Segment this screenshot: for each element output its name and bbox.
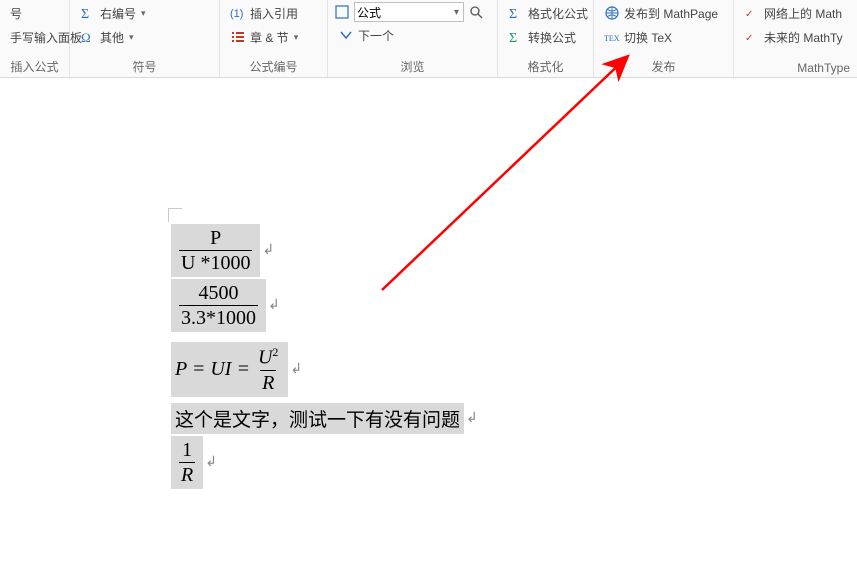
equation-pui: P = UI = U2 R <box>175 344 284 395</box>
btn-label: 其他 <box>100 29 124 46</box>
globe-icon <box>604 5 620 21</box>
search-icon[interactable] <box>468 4 484 20</box>
fraction-num: U2 <box>256 346 280 370</box>
dropdown-caret-icon: ▾ <box>129 32 134 43</box>
paragraph-mark-icon: ↲ <box>262 242 274 259</box>
omega-icon: Ω <box>80 29 96 45</box>
web-icon: ✓ <box>744 5 760 21</box>
text-content: 这个是文字，测试一下有没有问题 <box>171 403 464 434</box>
paragraph-mark-icon: ↲ <box>290 361 302 378</box>
svg-text:Σ: Σ <box>509 7 517 21</box>
svg-text:TEX: TEX <box>604 34 620 43</box>
equation-line-2[interactable]: 4500 3.3*1000 ↲ <box>171 279 478 332</box>
equation-line-1[interactable]: P U *1000 ↲ <box>171 224 478 277</box>
document-area: P U *1000 ↲ 4500 3.3*1000 ↲ <box>0 78 857 569</box>
fraction-den: R <box>179 462 195 485</box>
btn-label: 转换公式 <box>528 29 576 46</box>
svg-text:Ω: Ω <box>81 30 91 45</box>
paragraph-mark-icon: ↲ <box>466 410 478 427</box>
dropdown-caret-icon: ▾ <box>294 32 299 43</box>
btn-label: 章 & 节 <box>250 29 289 46</box>
ribbon-toolbar: 号 手写输入面板 插入公式 Σ 右编号 ▾ Ω 其他 ▾ <box>0 0 857 78</box>
group-label: 格式化 <box>504 54 587 75</box>
arrow-down-icon <box>338 27 354 43</box>
btn-label: 发布到 MathPage <box>624 5 718 22</box>
next-button[interactable]: 下一个 <box>334 24 491 46</box>
btn-label: 下一个 <box>358 27 394 44</box>
handwriting-panel-button[interactable]: 手写输入面板 <box>6 26 63 48</box>
fraction-den: R <box>260 370 276 393</box>
paragraph-mark-icon: ↲ <box>205 454 217 471</box>
fraction-num: 1 <box>180 440 194 462</box>
btn-label: 未来的 MathTy <box>764 29 843 46</box>
ribbon-group-browse: 公式 ▾ 下一个 浏览 <box>328 0 498 77</box>
btn-label: 格式化公式 <box>528 5 588 22</box>
equation-combo[interactable]: 公式 ▾ <box>354 2 464 22</box>
btn-label: 右编号 <box>100 5 136 22</box>
fraction-4: 1 R <box>175 438 199 487</box>
publish-mathpage-button[interactable]: 发布到 MathPage <box>600 2 727 24</box>
reference-icon: (1) <box>230 5 246 21</box>
svg-text:✓: ✓ <box>745 33 753 44</box>
group-label: 浏览 <box>334 54 491 75</box>
format-equation-button[interactable]: Σ 格式化公式 <box>504 2 587 24</box>
convert-equation-button[interactable]: Σ 转换公式 <box>504 26 587 48</box>
fraction-3: U2 R <box>252 344 284 395</box>
group-label: 公式编号 <box>226 54 321 75</box>
dropdown-caret-icon: ▾ <box>452 7 461 18</box>
equation-line-4[interactable]: 1 R ↲ <box>171 436 478 489</box>
combo-text: 公式 <box>357 4 452 21</box>
group-label: 符号 <box>76 54 213 75</box>
btn-label: 切换 TeX <box>624 29 672 46</box>
svg-text:✓: ✓ <box>745 9 753 20</box>
dropdown-caret-icon: ▾ <box>141 8 146 19</box>
btn-label: 插入引用 <box>250 5 298 22</box>
chapter-section-button[interactable]: 章 & 节 ▾ <box>226 26 321 48</box>
btn-label: 网络上的 Math <box>764 5 842 22</box>
ribbon-group-mathtype: ✓ 网络上的 Math ✓ 未来的 MathTy MathType <box>734 0 856 77</box>
convert-icon: Σ <box>508 29 524 45</box>
equation-line-3[interactable]: P = UI = U2 R ↲ <box>171 342 478 397</box>
browse-icon <box>334 4 350 20</box>
eq-prefix: P = UI = <box>175 358 250 381</box>
fraction-2: 4500 3.3*1000 <box>175 281 262 330</box>
paragraph-mark-icon: ↲ <box>268 297 280 314</box>
toggle-tex-button[interactable]: TEX 切换 TeX <box>600 26 727 48</box>
other-symbol-button[interactable]: Ω 其他 ▾ <box>76 26 213 48</box>
document-page[interactable]: P U *1000 ↲ 4500 3.3*1000 ↲ <box>0 88 857 569</box>
ribbon-group-eqnum: (1) 插入引用 章 & 节 ▾ 公式编号 <box>220 0 328 77</box>
web-math-button[interactable]: ✓ 网络上的 Math <box>740 2 850 24</box>
insert-reference-button[interactable]: (1) 插入引用 <box>226 2 321 24</box>
group-label: 插入公式 <box>6 54 63 75</box>
document-content: P U *1000 ↲ 4500 3.3*1000 ↲ <box>171 224 478 491</box>
ribbon-group-publish: 发布到 MathPage TEX 切换 TeX 发布 <box>594 0 734 77</box>
fraction-den: 3.3*1000 <box>179 305 258 328</box>
fraction-den: U *1000 <box>179 250 252 273</box>
tex-icon: TEX <box>604 29 620 45</box>
number-button[interactable]: 号 <box>6 2 63 24</box>
margin-corner-marker <box>168 208 182 222</box>
future-mathtype-button[interactable]: ✓ 未来的 MathTy <box>740 26 850 48</box>
sigma-icon: Σ <box>508 5 524 21</box>
fraction-num: P <box>208 228 223 250</box>
fraction-num: 4500 <box>197 283 241 305</box>
svg-text:Σ: Σ <box>509 31 517 45</box>
svg-text:Σ: Σ <box>81 7 89 21</box>
text-line[interactable]: 这个是文字，测试一下有没有问题 ↲ <box>171 403 478 434</box>
svg-text:(1): (1) <box>230 8 243 20</box>
group-label: 发布 <box>600 54 727 75</box>
group-label: MathType <box>740 57 850 75</box>
ribbon-group-format: Σ 格式化公式 Σ 转换公式 格式化 <box>498 0 594 77</box>
future-icon: ✓ <box>744 29 760 45</box>
btn-label: 号 <box>10 5 22 22</box>
ribbon-group-insert: 号 手写输入面板 插入公式 <box>0 0 70 77</box>
sigma-icon: Σ <box>80 5 96 21</box>
ribbon-group-symbol: Σ 右编号 ▾ Ω 其他 ▾ 符号 <box>70 0 220 77</box>
fraction-1: P U *1000 <box>175 226 256 275</box>
list-icon <box>230 29 246 45</box>
right-number-button[interactable]: Σ 右编号 ▾ <box>76 2 213 24</box>
